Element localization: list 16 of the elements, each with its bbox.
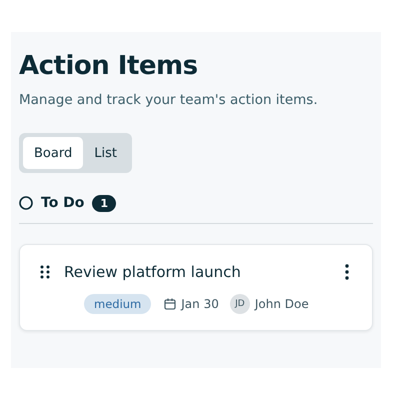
due-date: Jan 30 [181,297,219,311]
assignee-name: John Doe [254,297,309,311]
calendar-icon [164,298,176,310]
assignee-avatar: JD [230,294,250,314]
priority-tag: medium [84,294,152,314]
page-subtitle: Manage and track your team's action items. [19,92,319,108]
more-options-icon[interactable] [344,264,350,280]
view-tab[interactable]: Board [23,137,84,169]
count-badge: 1 [92,194,116,212]
column-title: To Do [41,195,84,211]
page-title: Action Items [19,50,199,83]
task-title: Review platform launch [64,263,242,281]
drag-handle-icon[interactable] [40,265,50,279]
task-card[interactable]: Review platform launch medium Jan 30 JD John Doe [19,244,373,331]
status-circle-icon [19,196,33,210]
view-tab[interactable]: List [83,137,128,169]
